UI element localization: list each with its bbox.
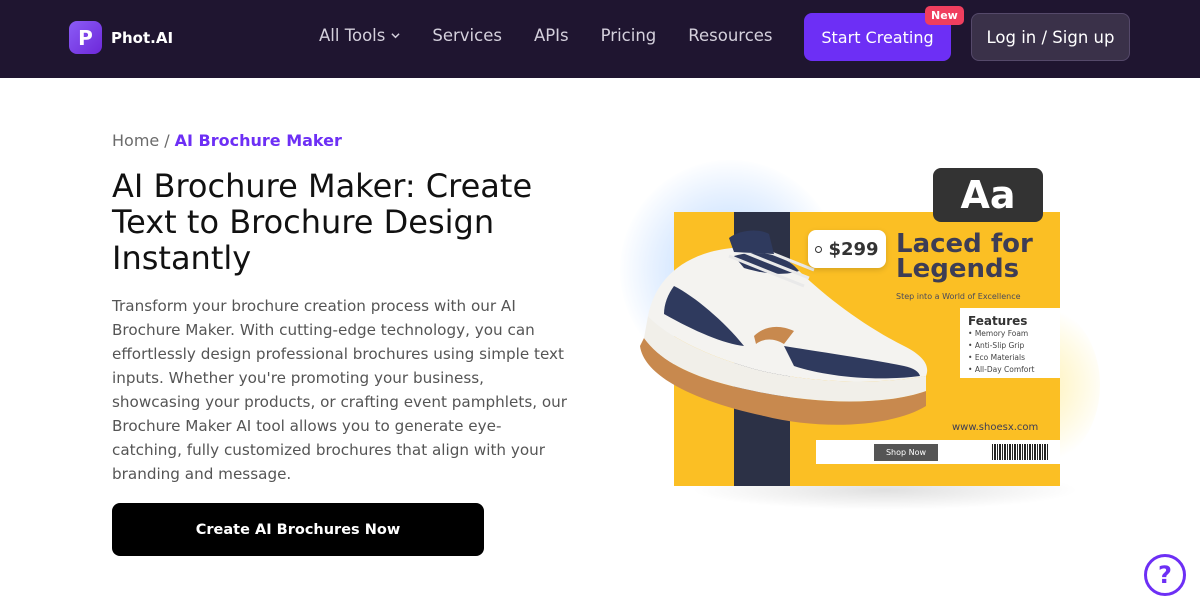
tag-hole-icon [815,245,823,253]
help-button[interactable]: ? [1144,554,1186,596]
poster-shop-now: Shop Now [874,444,938,461]
nav-links: All Tools Services APIs Pricing Resource… [319,26,805,45]
poster-website: www.shoesx.com [952,422,1039,433]
price-tag: $299 [808,230,886,268]
logo[interactable]: P Phot.AI [69,21,173,54]
feature-item: • All-Day Comfort [968,365,1035,374]
features-title: Features [968,314,1028,328]
nav-link-resources[interactable]: Resources [688,26,772,45]
chevron-down-icon [391,33,400,39]
new-badge: New [925,6,964,25]
question-mark-icon: ? [1158,561,1172,589]
feature-item: • Eco Materials [968,353,1026,362]
nav-link-services[interactable]: Services [432,26,502,45]
feature-item: • Anti-Slip Grip [968,341,1025,350]
breadcrumb: Home / AI Brochure Maker [112,131,342,150]
sneaker-illustration [640,230,928,425]
login-signup-button[interactable]: Log in / Sign up [971,13,1130,61]
nav-link-all-tools[interactable]: All Tools [319,26,400,45]
hero-description: Transform your brochure creation process… [112,297,568,483]
breadcrumb-separator: / [164,131,170,150]
top-navbar: P Phot.AI All Tools Services APIs Pricin… [0,0,1200,78]
nav-link-apis[interactable]: APIs [534,26,569,45]
poster-features-box: Features • Memory Foam • Anti-Slip Grip … [960,308,1060,378]
breadcrumb-current: AI Brochure Maker [174,131,342,150]
nav-link-pricing[interactable]: Pricing [601,26,657,45]
font-aa-chip: Aa [933,168,1043,222]
logo-text: Phot.AI [111,28,174,47]
page-title: AI Brochure Maker: Create Text to Brochu… [112,167,533,277]
breadcrumb-home-link[interactable]: Home [112,131,159,150]
price-value: $299 [828,238,879,260]
nav-link-label: All Tools [319,26,386,45]
create-brochures-button[interactable]: Create AI Brochures Now [112,503,484,556]
feature-item: • Memory Foam [968,329,1029,338]
barcode-icon [992,444,1048,460]
logo-mark-icon: P [69,21,102,54]
